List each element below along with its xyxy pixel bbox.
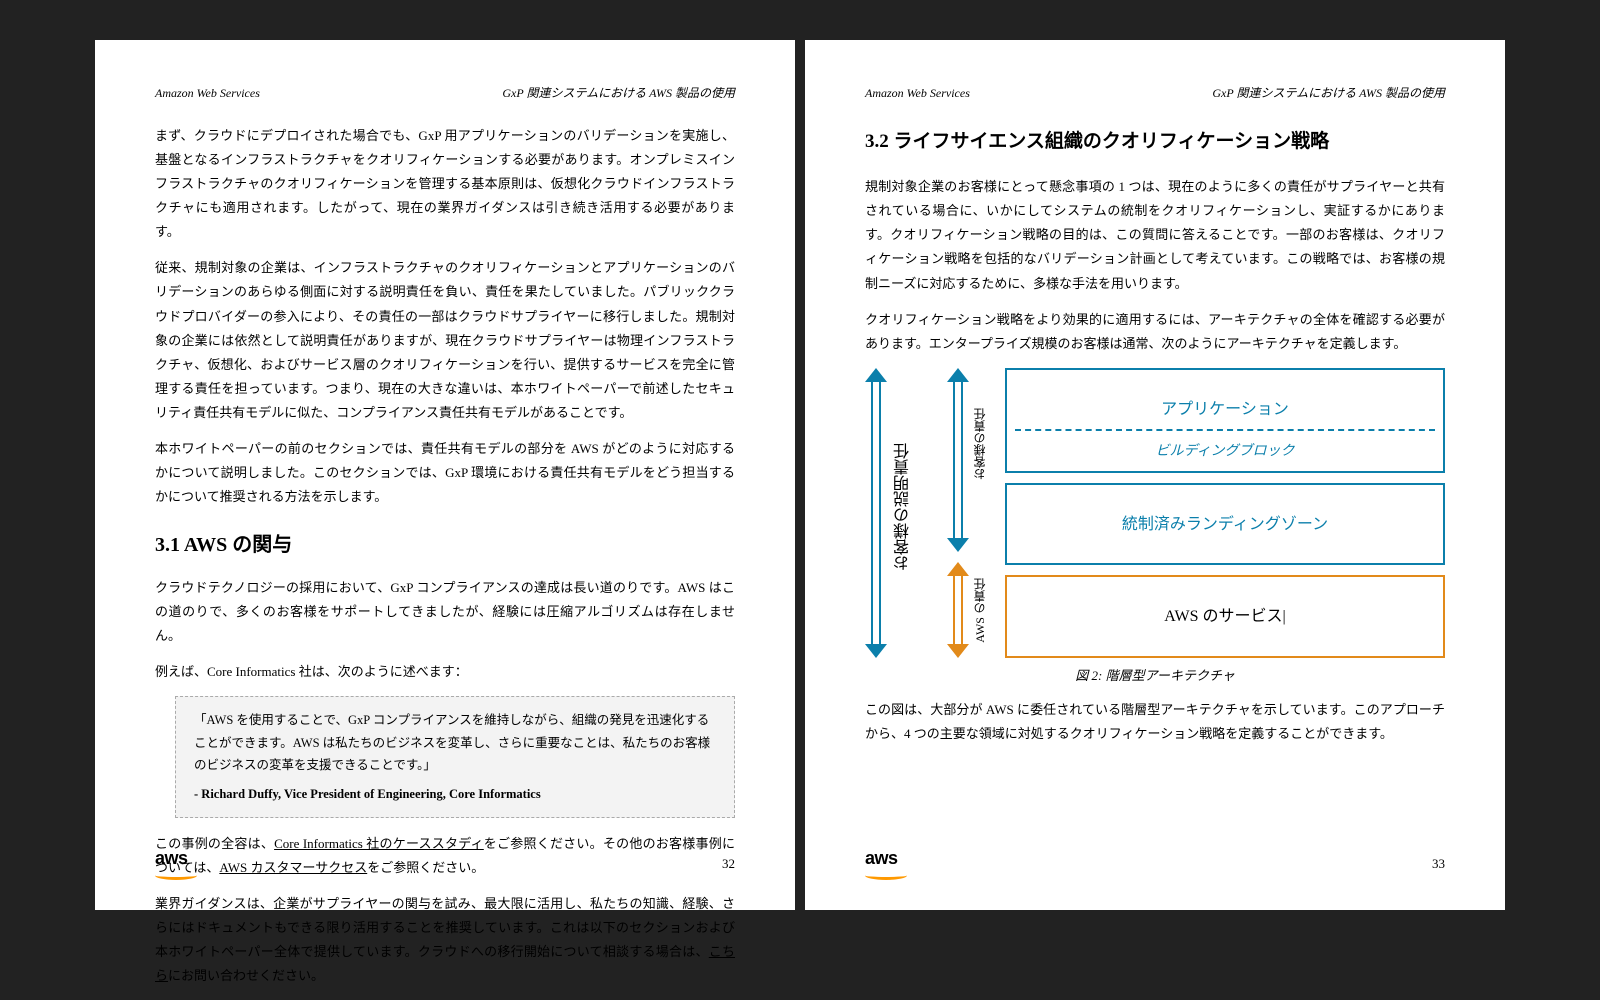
para: この事例の全容は、Core Informatics 社のケーススタディをご参照く… bbox=[155, 832, 735, 880]
link-customer-success[interactable]: AWS カスタマーサクセス bbox=[219, 860, 367, 875]
para: 本ホワイトペーパーの前のセクションでは、責任共有モデルの部分を AWS がどのよ… bbox=[155, 437, 735, 509]
arrow-label-accountability: お客様の説明責任 bbox=[889, 443, 919, 571]
blockquote: 「AWS を使用することで、GxP コンプライアンスを維持しながら、組織の発見を… bbox=[175, 696, 735, 818]
page-number: 32 bbox=[722, 852, 735, 876]
box-aws-services: AWS のサービス| bbox=[1005, 575, 1445, 657]
box-application: アプリケーション ビルディングブロック bbox=[1005, 368, 1445, 474]
aws-logo: aws bbox=[155, 842, 197, 880]
para: クラウドテクノロジーの採用において、GxP コンプライアンスの達成は長い道のりで… bbox=[155, 576, 735, 648]
box-landing-zone: 統制済みランディングゾーン bbox=[1005, 483, 1445, 565]
heading-3-2: 3.2 ライフサイエンス組織のクオリフィケーション戦略 bbox=[865, 124, 1445, 159]
para: 業界ガイダンスは、企業がサプライヤーの関与を試み、最大限に活用し、私たちの知識、… bbox=[155, 892, 735, 988]
para: 規制対象企業のお客様にとって懸念事項の 1 つは、現在のように多くの責任がサプラ… bbox=[865, 175, 1445, 295]
page-number: 33 bbox=[1432, 852, 1445, 876]
page-header: Amazon Web Services GxP 関連システムにおける AWS 製… bbox=[155, 82, 735, 104]
heading-3-1: 3.1 AWS の関与 bbox=[155, 527, 735, 564]
arrow-label-aws: AWS の責任 bbox=[969, 578, 991, 643]
aws-logo: aws bbox=[865, 842, 907, 880]
para: まず、クラウドにデプロイされた場合でも、GxP 用アプリケーションのバリデーショ… bbox=[155, 124, 735, 244]
architecture-diagram: お客様の説明責任 お客様の責任 AWS の責任 アプリケーション ビルディン bbox=[865, 368, 1445, 658]
quote-text: 「AWS を使用することで、GxP コンプライアンスを維持しながら、組織の発見を… bbox=[194, 713, 710, 772]
header-right: GxP 関連システムにおける AWS 製品の使用 bbox=[502, 82, 735, 104]
para: 従来、規制対象の企業は、インフラストラクチャのクオリフィケーションとアプリケーシ… bbox=[155, 256, 735, 424]
page-left: Amazon Web Services GxP 関連システムにおける AWS 製… bbox=[95, 40, 795, 910]
header-left: Amazon Web Services bbox=[865, 82, 970, 104]
page-header: Amazon Web Services GxP 関連システムにおける AWS 製… bbox=[865, 82, 1445, 104]
page-right: Amazon Web Services GxP 関連システムにおける AWS 製… bbox=[805, 40, 1505, 910]
quote-attribution: - Richard Duffy, Vice President of Engin… bbox=[194, 783, 716, 806]
header-right: GxP 関連システムにおける AWS 製品の使用 bbox=[1212, 82, 1445, 104]
para: 例えば、Core Informatics 社は、次のように述べます： bbox=[155, 660, 735, 684]
para: クオリフィケーション戦略をより効果的に適用するには、アーキテクチャの全体を確認す… bbox=[865, 308, 1445, 356]
arrow-label-customer: お客様の責任 bbox=[969, 408, 991, 480]
figure-caption: 図 2: 階層型アーキテクチャ bbox=[865, 664, 1445, 688]
para: この図は、大部分が AWS に委任されている階層型アーキテクチャを示しています。… bbox=[865, 698, 1445, 746]
header-left: Amazon Web Services bbox=[155, 82, 260, 104]
link-case-study[interactable]: Core Informatics 社のケーススタディ bbox=[274, 836, 484, 851]
